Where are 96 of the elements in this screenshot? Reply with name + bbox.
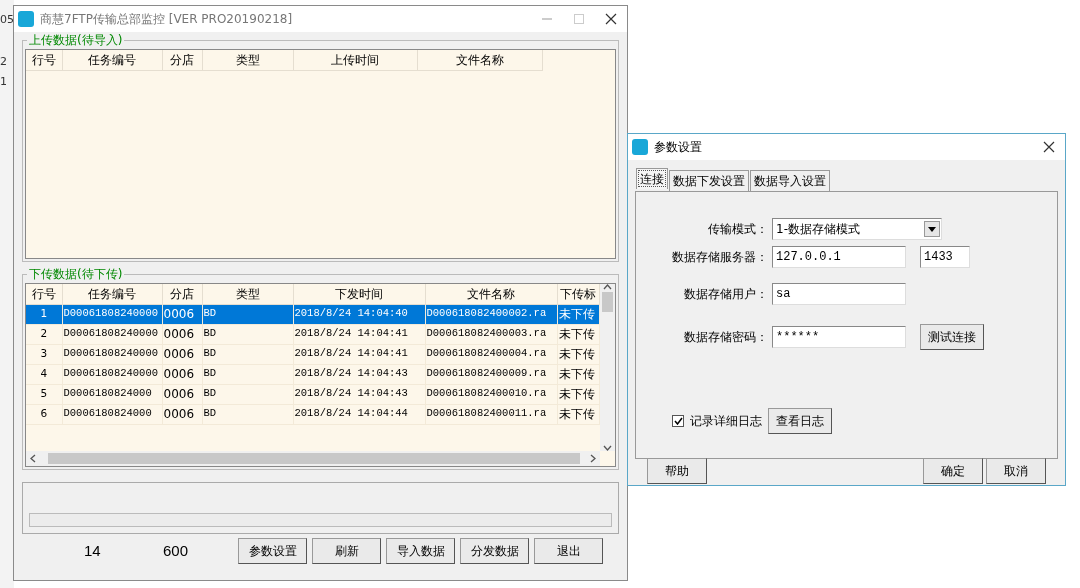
table-cell: 未下传 (557, 404, 599, 424)
group-title: 下传数据(待下传) (27, 266, 125, 282)
scroll-thumb[interactable] (602, 292, 613, 312)
table-cell: D000618082400003.ra (425, 324, 557, 344)
table-cell: D0006180824000 (62, 384, 162, 404)
check-icon (673, 417, 683, 425)
tab[interactable]: 数据下发设置 (669, 170, 749, 191)
scroll-up-icon[interactable] (603, 284, 612, 290)
table-cell: 0006 (162, 344, 202, 364)
table-cell: D00061808240000 (62, 364, 162, 384)
table-cell: BD (202, 344, 293, 364)
table-cell: 0006 (162, 384, 202, 404)
tab[interactable]: 数据导入设置 (750, 170, 830, 191)
table-cell: 2018/8/24 14:04:44 (293, 404, 425, 424)
test-connection-button[interactable]: 测试连接 (920, 324, 984, 350)
table-cell: 2018/8/24 14:04:41 (293, 344, 425, 364)
column-header[interactable]: 任务编号 (62, 284, 162, 304)
column-header[interactable]: 类型 (202, 50, 293, 70)
view-log-button[interactable]: 查看日志 (768, 408, 832, 434)
table-cell: BD (202, 364, 293, 384)
vertical-scrollbar[interactable] (600, 284, 615, 451)
app-icon (18, 11, 34, 27)
table-cell: D00061808240000 (62, 324, 162, 344)
close-icon[interactable] (605, 13, 617, 25)
column-header[interactable]: 文件名称 (417, 50, 542, 70)
table-cell: 1 (26, 304, 62, 324)
table-cell: D000618082400010.ra (425, 384, 557, 404)
field-label: 传输模式： (707, 221, 768, 238)
dialog-button[interactable]: 帮助 (647, 458, 707, 484)
toolbar-button[interactable]: 分发数据 (460, 538, 529, 564)
table-cell: 未下传 (557, 364, 599, 384)
table-cell: D000618082400011.ra (425, 404, 557, 424)
column-header[interactable]: 上传时间 (293, 50, 417, 70)
scroll-left-icon[interactable] (30, 454, 36, 463)
toolbar-button[interactable]: 参数设置 (238, 538, 307, 564)
close-icon[interactable] (1043, 141, 1055, 153)
window-title: 商慧7FTP传输总部监控 [VER PRO20190218] (40, 11, 293, 28)
table-cell: D000618082400009.ra (425, 364, 557, 384)
column-header[interactable]: 下发时间 (293, 284, 425, 304)
scroll-thumb[interactable] (48, 453, 580, 464)
table-cell: BD (202, 324, 293, 344)
count-label: 600 (163, 540, 190, 561)
column-header[interactable]: 任务编号 (62, 50, 162, 70)
toolbar-button[interactable]: 退出 (534, 538, 603, 564)
column-header[interactable]: 类型 (202, 284, 293, 304)
table-cell: 0006 (162, 364, 202, 384)
dialog-button[interactable]: 取消 (986, 458, 1046, 484)
table-cell: 未下传 (557, 384, 599, 404)
input-field[interactable]: ****** (772, 326, 906, 348)
table-cell: D000618082400004.ra (425, 344, 557, 364)
window-title: 参数设置 (654, 139, 702, 156)
input-field[interactable]: sa (772, 283, 906, 305)
table-cell: 4 (26, 364, 62, 384)
dropdown-arrow-icon[interactable] (928, 226, 936, 232)
table-cell: 2018/8/24 14:04:43 (293, 364, 425, 384)
scroll-right-icon[interactable] (590, 454, 596, 463)
dropdown-field[interactable]: 1-数据存储模式 (772, 218, 942, 240)
column-header[interactable]: 文件名称 (425, 284, 557, 304)
count-label: 14 (84, 540, 102, 561)
table-cell: 3 (26, 344, 62, 364)
group-title: 上传数据(待导入) (27, 32, 125, 48)
field-label: 数据存储密码： (683, 329, 768, 346)
column-header[interactable]: 分店 (162, 50, 202, 70)
input-field[interactable]: 1433 (920, 246, 970, 268)
table-cell: BD (202, 404, 293, 424)
tab[interactable]: 连接 (636, 168, 668, 189)
column-header[interactable]: 行号 (26, 284, 62, 304)
toolbar-button[interactable]: 导入数据 (386, 538, 455, 564)
toolbar-button[interactable]: 刷新 (312, 538, 381, 564)
column-header[interactable]: 行号 (26, 50, 62, 70)
table-cell: 5 (26, 384, 62, 404)
table-cell: 6 (26, 404, 62, 424)
background-text: 05 (0, 12, 14, 28)
table-cell: 2018/8/24 14:04:43 (293, 384, 425, 404)
table-cell: BD (202, 384, 293, 404)
table-cell: 未下传 (557, 344, 599, 364)
field-label: 数据存储用户： (683, 286, 768, 303)
table-cell: 未下传 (557, 324, 599, 344)
checkbox-label: 记录详细日志 (690, 413, 762, 430)
column-header[interactable]: 分店 (162, 284, 202, 304)
field-label: 数据存储服务器： (671, 249, 768, 266)
table-cell: 0006 (162, 404, 202, 424)
table-cell: 2018/8/24 14:04:41 (293, 324, 425, 344)
table-cell: 2 (26, 324, 62, 344)
table-cell: D00061808240000 (62, 344, 162, 364)
column-header[interactable]: 下传标 (557, 284, 599, 304)
background-text: 1 (0, 74, 7, 90)
table-cell: 0006 (162, 324, 202, 344)
horizontal-scrollbar[interactable] (26, 451, 600, 466)
input-field[interactable]: 127.0.0.1 (772, 246, 906, 268)
scroll-down-icon[interactable] (603, 445, 612, 451)
dialog-button[interactable]: 确定 (923, 458, 983, 484)
table-cell: D0006180824000 (62, 404, 162, 424)
app-icon (632, 139, 648, 155)
background-text: 2 (0, 54, 7, 70)
checkbox[interactable] (672, 415, 684, 427)
